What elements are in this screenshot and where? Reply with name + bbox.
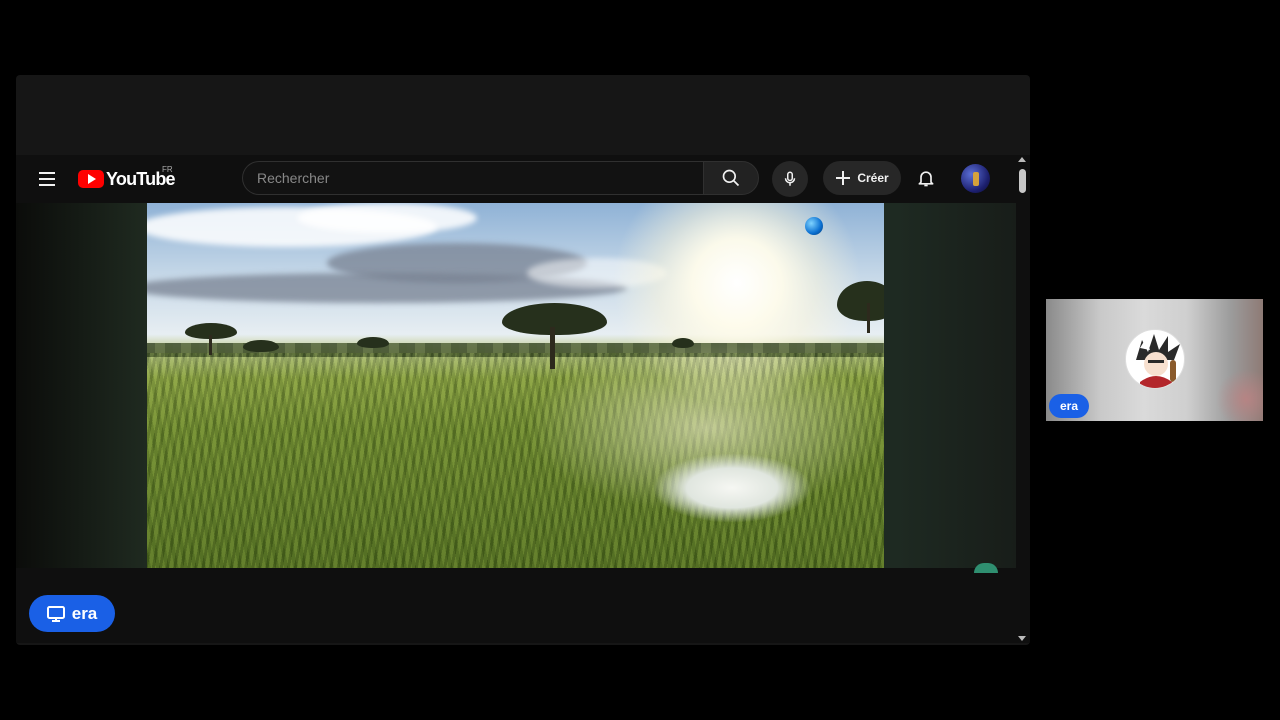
participant-avatar [1125, 329, 1185, 389]
water-puddle [652, 453, 812, 523]
menu-icon[interactable] [36, 168, 58, 190]
presenter-name: era [71, 603, 98, 623]
account-avatar[interactable] [961, 164, 990, 193]
voice-search-button[interactable] [772, 161, 808, 197]
page-scrollbar[interactable] [1016, 155, 1030, 643]
shared-screen: YouTube FR Rechercher Créer [16, 155, 1030, 643]
plus-icon [836, 171, 851, 185]
youtube-logo[interactable]: YouTube FR [78, 165, 176, 191]
youtube-play-icon [78, 170, 104, 188]
participant-name-badge: era [1049, 394, 1090, 418]
search-bar [242, 161, 759, 195]
video-player[interactable] [147, 203, 884, 568]
create-button[interactable]: Créer [823, 161, 901, 195]
participant-tile[interactable]: era [1046, 299, 1263, 421]
presenter-badge[interactable]: era [29, 595, 115, 632]
country-code: FR [162, 165, 173, 174]
screen-share-icon [46, 605, 65, 622]
scroll-down-arrow-icon[interactable] [1018, 636, 1026, 641]
screen-share-stage: YouTube FR Rechercher Créer era [16, 75, 1030, 645]
notifications-button[interactable] [914, 165, 938, 191]
video-player-area [16, 203, 1016, 573]
channel-watermark-icon [805, 217, 823, 235]
search-input[interactable] [242, 161, 703, 195]
bell-icon [918, 171, 934, 187]
create-label: Créer [857, 171, 889, 185]
search-icon [722, 169, 740, 187]
scroll-thumb[interactable] [1019, 169, 1026, 193]
youtube-masthead: YouTube FR Rechercher Créer [16, 155, 1016, 203]
mic-icon [784, 171, 796, 186]
scroll-up-arrow-icon[interactable] [1018, 157, 1026, 162]
search-button[interactable] [703, 161, 759, 195]
